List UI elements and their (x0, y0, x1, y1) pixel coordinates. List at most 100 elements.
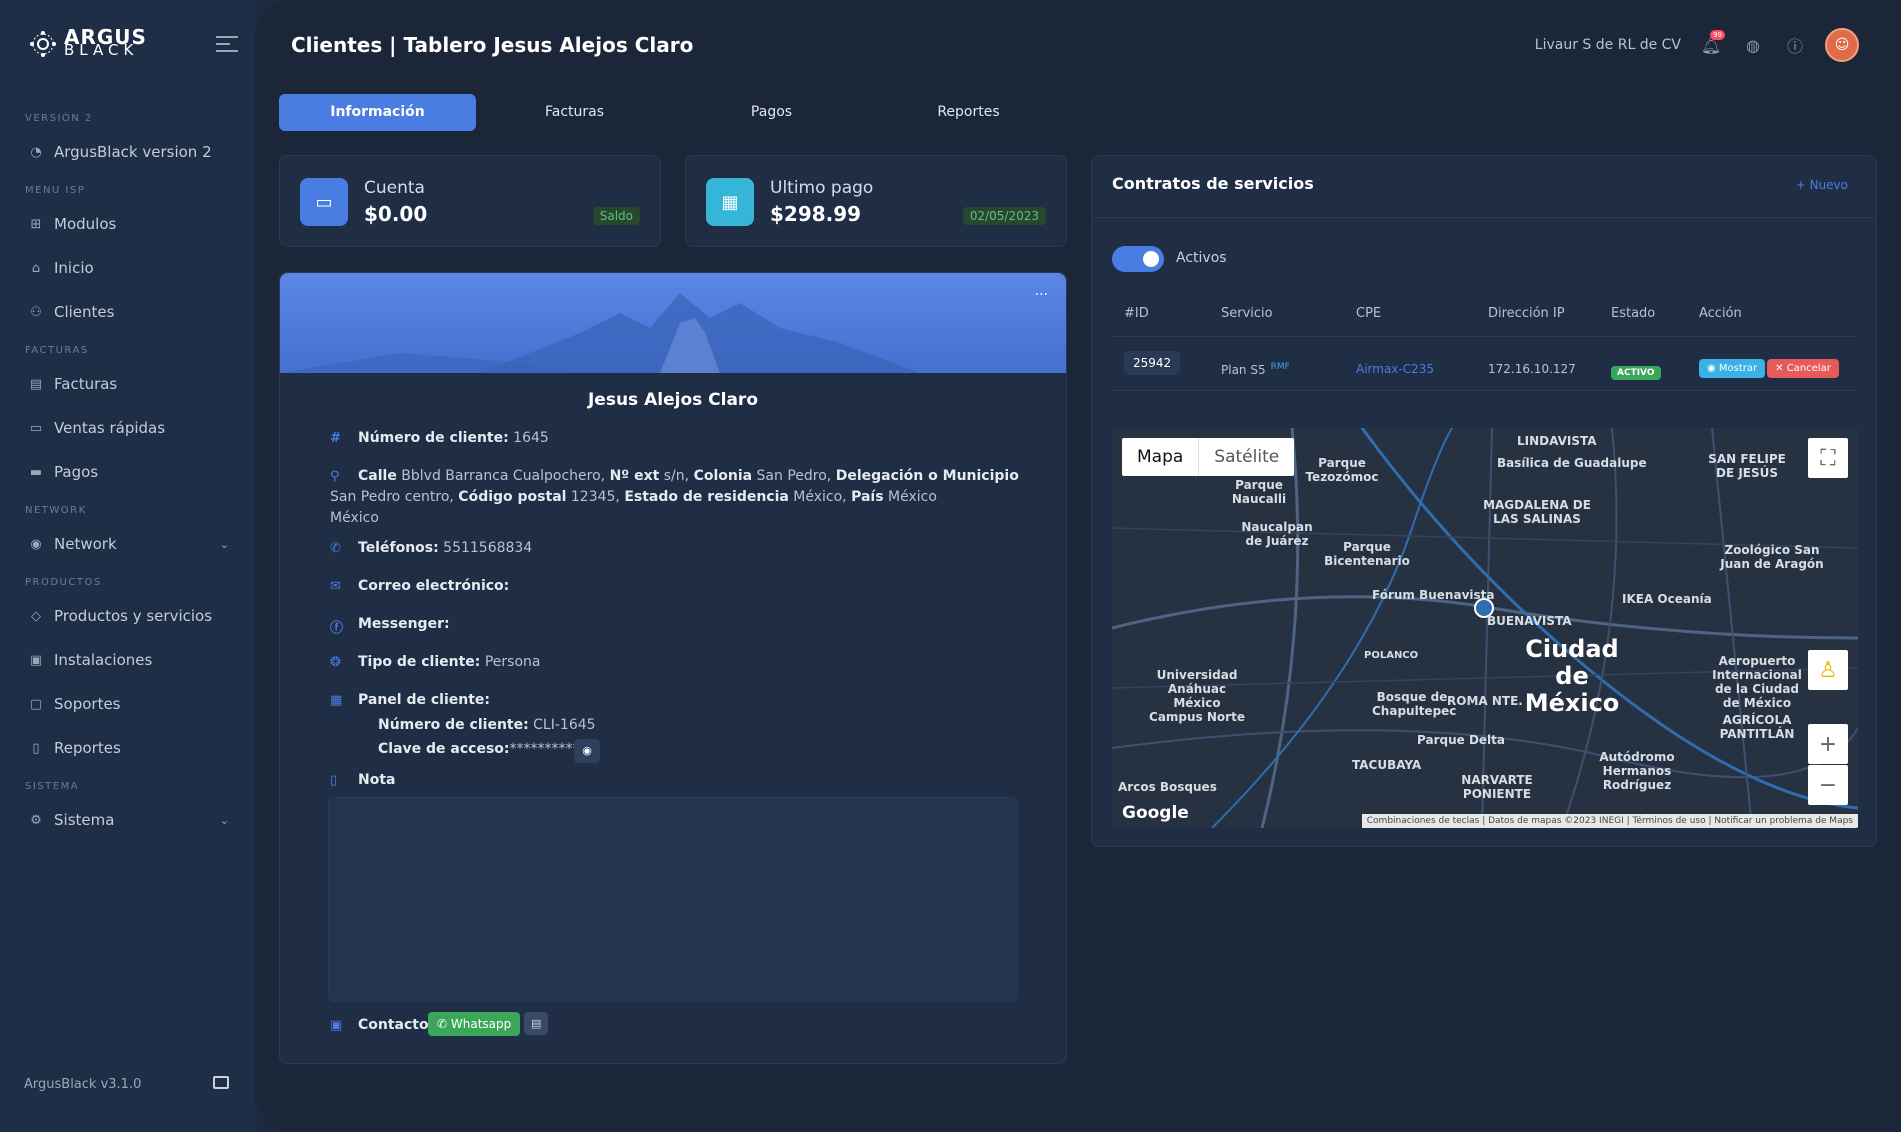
map-label: Parque Tezozómoc (1305, 456, 1379, 484)
nota-label: Nota (358, 772, 396, 788)
broadcast-icon: ◉ (30, 536, 42, 552)
col-cpe: CPE (1356, 306, 1382, 321)
sidebar-item-instalaciones[interactable]: ▣ Instalaciones (0, 638, 255, 682)
sidebar-item-network[interactable]: ◉ Network ⌄ (0, 522, 255, 566)
report-icon: ▯ (32, 740, 40, 756)
sidebar-item-ventas-rapidas[interactable]: ▭ Ventas rápidas (0, 406, 255, 450)
chevron-down-icon: ⌄ (219, 813, 229, 827)
ultimo-pago-date: 02/05/2023 (962, 207, 1046, 225)
notification-badge: 99 (1710, 30, 1725, 40)
fullscreen-icon[interactable]: ⛶ (1808, 438, 1848, 478)
mail-icon: ✉ (330, 579, 341, 594)
menu-toggle-icon[interactable] (216, 36, 238, 57)
map-label: Bosque de Chapultepec (1372, 690, 1457, 718)
sidebar-item-argusblack-v2[interactable]: ◔ ArgusBlack version 2 (0, 130, 255, 174)
map-label: Autódromo Hermanos Rodríguez (1599, 750, 1675, 792)
mountain-illustration (280, 293, 920, 373)
changelog-icon[interactable] (213, 1076, 229, 1089)
activos-toggle[interactable] (1112, 246, 1164, 272)
sidebar-item-facturas[interactable]: ▤ Facturas (0, 362, 255, 406)
map-label: IKEA Oceanía (1622, 592, 1712, 606)
calendar-icon: ▦ (706, 178, 754, 226)
organization-name[interactable]: Livaur S de RL de CV (1535, 37, 1681, 53)
contracts-title: Contratos de servicios (1112, 174, 1314, 193)
map-view[interactable]: Mapa Satélite ⛶ ♙ + − LINDAVISTA Parque … (1112, 428, 1858, 828)
help-icon[interactable]: ⓘ (1783, 33, 1807, 57)
col-estado: Estado (1611, 306, 1656, 321)
map-label: Naucalpan de Juárez (1241, 520, 1313, 548)
panel-numero-row: Número de cliente: CLI-1645 (378, 717, 596, 733)
sidebar: ARGUS BLACK VERSIÓN 2 ◔ ArgusBlack versio… (0, 0, 255, 1132)
map-label: Arcos Bosques (1118, 780, 1217, 794)
tab-pagos[interactable]: Pagos (673, 94, 870, 131)
credit-card-icon: ▬ (29, 464, 43, 480)
bell-icon[interactable]: 🔔︎ 99 (1699, 30, 1725, 57)
activos-label: Activos (1176, 250, 1227, 266)
ultimo-pago-card: ▦ Ultimo pago $298.99 02/05/2023 (685, 155, 1067, 247)
tab-informacion[interactable]: Información (279, 94, 476, 131)
sidebar-item-soportes[interactable]: ▢ Soportes (0, 682, 255, 726)
cuenta-label: Cuenta (364, 178, 425, 198)
whatsapp-button[interactable]: ✆ Whatsapp (428, 1012, 521, 1036)
show-password-icon[interactable]: ◉ (574, 739, 600, 763)
map-tab-mapa[interactable]: Mapa (1122, 438, 1198, 476)
contact-card-button[interactable]: ▤ (524, 1012, 549, 1035)
mostrar-button[interactable]: ◉ Mostrar (1699, 359, 1766, 378)
tab-facturas[interactable]: Facturas (476, 94, 673, 131)
zoom-in-button[interactable]: + (1808, 724, 1848, 764)
map-label: POLANCO (1364, 650, 1419, 661)
section-title: MENU ISP (25, 185, 86, 196)
topbar: Livaur S de RL de CV 🔔︎ 99 ◍ ⓘ ☺ (1535, 28, 1859, 62)
numero-cliente-row: Número de cliente: 1645 (358, 430, 549, 446)
main-content: Clientes | Tablero Jesus Alejos Claro Li… (255, 0, 1901, 1132)
globe-icon[interactable]: ◍ (1741, 33, 1765, 57)
map-label: Basílica de Guadalupe (1497, 456, 1647, 470)
contract-cpe-link[interactable]: Airmax-C235 (1356, 362, 1434, 376)
sidebar-item-sistema[interactable]: ⚙ Sistema ⌄ (0, 798, 255, 842)
receipt-icon: ▭ (29, 420, 43, 436)
map-city-label: Ciudad de México (1524, 635, 1620, 717)
map-label: SAN FELIPE DE JESÚS (1708, 452, 1786, 480)
map-label: MAGDALENA DE LAS SALINAS (1483, 498, 1591, 526)
google-logo: Google (1122, 803, 1189, 823)
new-contract-button[interactable]: + Nuevo (1796, 178, 1848, 192)
client-name: Jesus Alejos Claro (587, 390, 758, 410)
sidebar-item-inicio[interactable]: ⌂ Inicio (0, 246, 255, 290)
address-row: Calle Bblvd Barranca Cualpochero, Nº ext… (330, 468, 1019, 526)
map-tab-satelite[interactable]: Satélite (1198, 438, 1294, 476)
ultimo-pago-label: Ultimo pago (770, 178, 874, 198)
panel-row: Panel de cliente: (358, 692, 491, 708)
cuenta-value: $0.00 (364, 202, 428, 226)
tab-bar: Información Facturas Pagos Reportes (279, 94, 1067, 131)
more-options-icon[interactable]: ··· (1035, 287, 1048, 303)
street-view-icon[interactable]: ♙ (1808, 650, 1848, 690)
telefono-row: Teléfonos: 5511568834 (358, 540, 533, 556)
hash-icon: # (330, 431, 341, 446)
grid-icon: ⊞ (30, 216, 42, 232)
map-attribution[interactable]: Combinaciones de teclas | Datos de mapas… (1361, 814, 1858, 828)
contract-id[interactable]: 25942 (1124, 351, 1181, 375)
sidebar-item-pagos[interactable]: ▬ Pagos (0, 450, 255, 494)
map-label: TACUBAYA (1352, 758, 1422, 772)
note-textarea[interactable] (328, 797, 1018, 1002)
credit-card-icon: ▭ (300, 178, 348, 226)
sidebar-item-clientes[interactable]: ⚇ Clientes (0, 290, 255, 334)
zoom-out-button[interactable]: − (1808, 765, 1848, 805)
users-icon: ⚇ (30, 304, 42, 320)
cancelar-button[interactable]: ✕ Cancelar (1767, 359, 1839, 378)
tab-reportes[interactable]: Reportes (870, 94, 1067, 131)
section-title: VERSIÓN 2 (25, 113, 93, 124)
contacto-label: Contacto: (358, 1017, 435, 1033)
user-avatar[interactable]: ☺ (1825, 28, 1859, 62)
map-label: Parque Delta (1417, 733, 1505, 747)
brand-logo[interactable]: ARGUS BLACK (28, 27, 147, 58)
gauge-icon: ◔ (30, 144, 42, 160)
ultimo-pago-value: $298.99 (770, 202, 862, 226)
map-label: LINDAVISTA (1517, 434, 1597, 448)
file-icon: ▤ (29, 376, 43, 392)
page-title: Clientes | Tablero Jesus Alejos Claro (291, 33, 694, 57)
sidebar-item-modulos[interactable]: ⊞ Modulos (0, 202, 255, 246)
contact-icon: ▣ (330, 1018, 343, 1033)
sidebar-item-reportes[interactable]: ▯ Reportes (0, 726, 255, 770)
sidebar-item-productos[interactable]: ◇ Productos y servicios (0, 594, 255, 638)
